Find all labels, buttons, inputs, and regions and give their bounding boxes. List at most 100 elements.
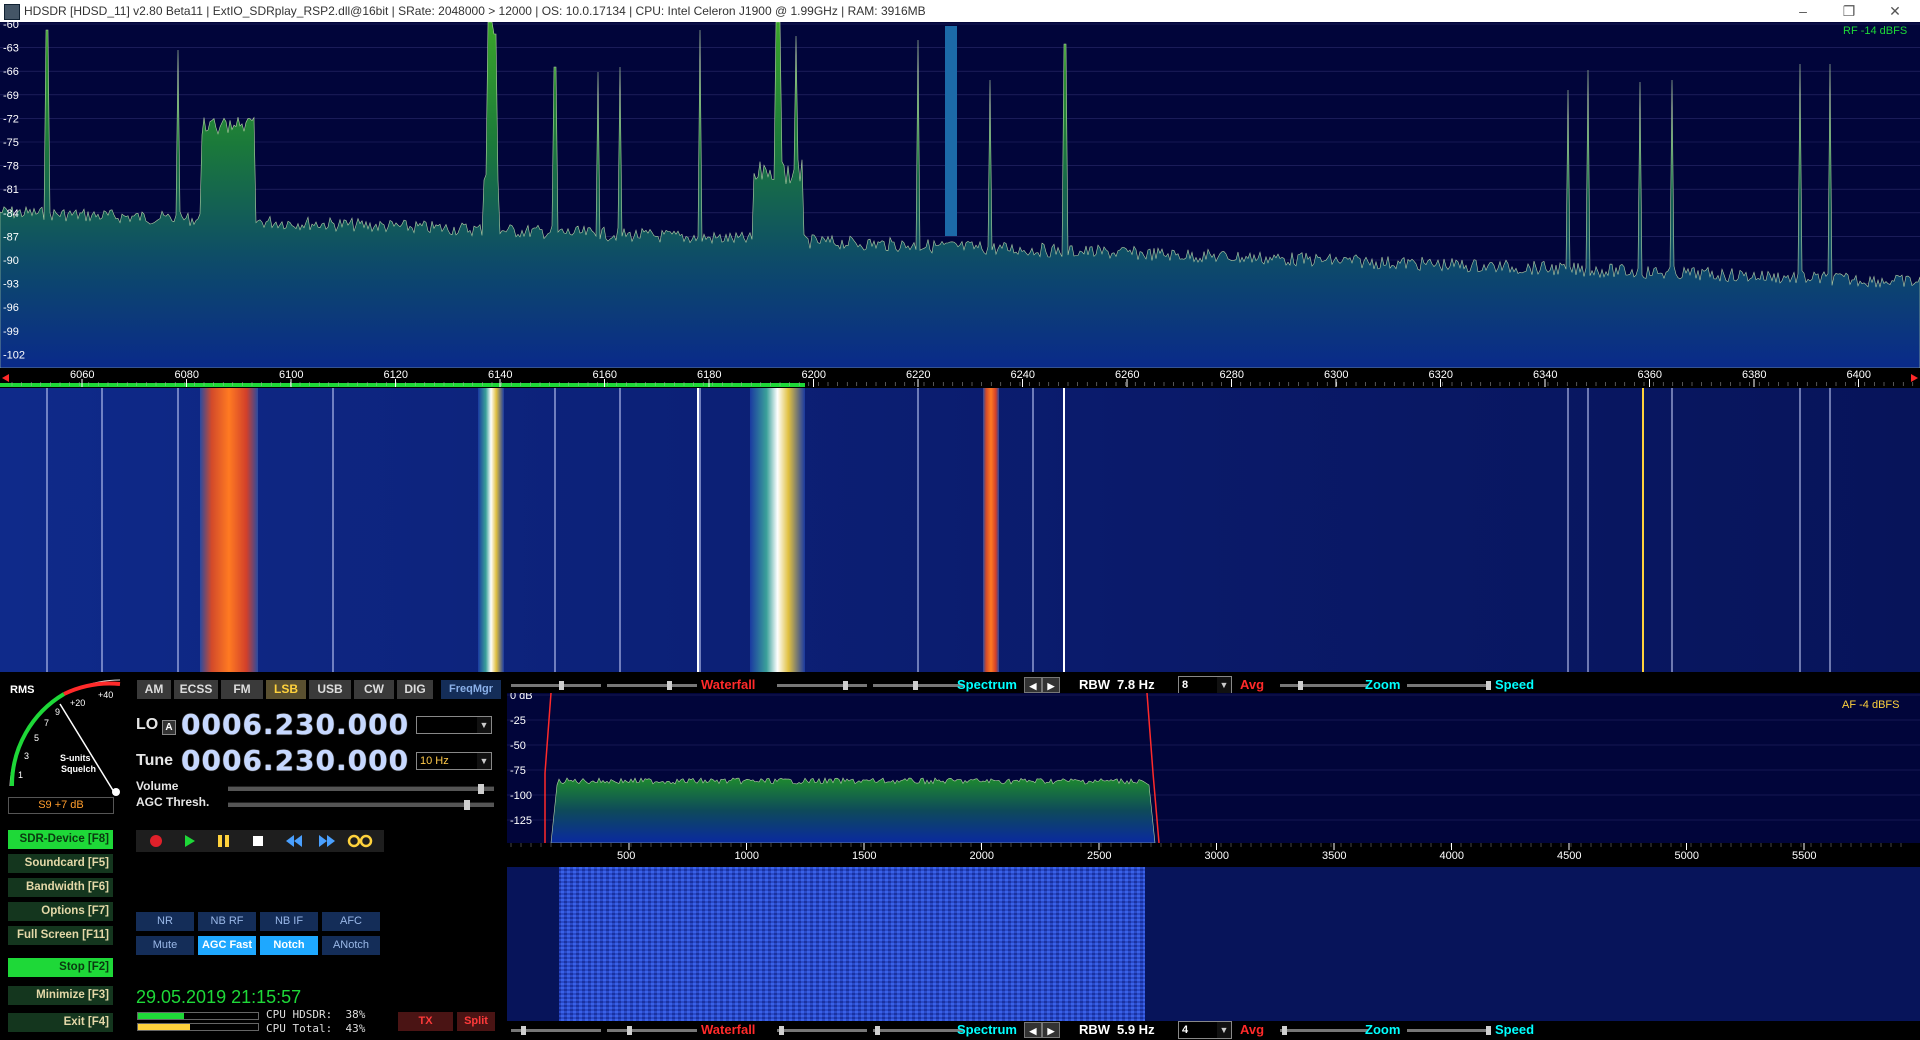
- minimize-window-button[interactable]: –: [1780, 0, 1826, 22]
- stop-icon[interactable]: [253, 836, 263, 846]
- rf-db-tick: -87: [3, 231, 19, 243]
- rf-zoom-slider[interactable]: [1280, 681, 1368, 690]
- rbw-right-arrow-icon[interactable]: ▶: [1042, 677, 1060, 693]
- rf-spectrum-contrast-slider[interactable]: [777, 681, 867, 690]
- rf-db-tick: -102: [3, 349, 25, 361]
- notch-button[interactable]: Notch: [260, 936, 318, 955]
- mode-ecss-button[interactable]: ECSS: [174, 680, 218, 699]
- freqmgr-button[interactable]: FreqMgr: [441, 680, 501, 699]
- chevron-down-icon[interactable]: ▼: [1217, 1022, 1231, 1038]
- mute-button[interactable]: Mute: [136, 936, 194, 955]
- tune-step-select[interactable]: 10 Hz ▼: [416, 752, 492, 770]
- af-freq-tick: 2500: [1087, 850, 1111, 862]
- rf-tuned-marker: [945, 26, 957, 236]
- waterfall-signal-band: [983, 388, 999, 672]
- af-spectrum-fill: [550, 777, 1156, 844]
- af-spectrum-display[interactable]: 0 dB -25 -50 -75 -100 -125 AF -4 dBFS 500 1000…: [507, 690, 1920, 867]
- avg-label: Avg: [1240, 677, 1265, 692]
- af-waterfall-display[interactable]: [507, 867, 1920, 1021]
- full-screen-button[interactable]: Full Screen [F11]: [8, 926, 113, 945]
- mode-am-button[interactable]: AM: [137, 680, 171, 699]
- rf-avg-select[interactable]: 8 ▼: [1178, 676, 1232, 694]
- maximize-window-button[interactable]: ❐: [1826, 0, 1872, 22]
- rbw-left-arrow-icon[interactable]: ◀: [1024, 677, 1042, 693]
- rf-db-tick: -99: [3, 326, 19, 338]
- exit-button[interactable]: Exit [F4]: [8, 1013, 113, 1032]
- rewind-icon[interactable]: [286, 835, 302, 847]
- scroll-right-icon[interactable]: [1911, 374, 1918, 382]
- chevron-down-icon[interactable]: ▼: [1217, 677, 1231, 693]
- af-rbw-label: RBW: [1079, 1022, 1111, 1037]
- rf-freq-tick: 6360: [1638, 369, 1662, 381]
- mode-dig-button[interactable]: DIG: [397, 680, 433, 699]
- nb-if-button[interactable]: NB IF: [260, 912, 318, 931]
- rf-spectrum-brightness-slider[interactable]: [873, 681, 963, 690]
- chevron-down-icon[interactable]: ▼: [477, 753, 491, 769]
- volume-label: Volume: [136, 779, 179, 793]
- rf-spectrum-display[interactable]: -60 -63 -66 -69 -72 -75 -78 -81 -84 -87 -90 -93 -96 -…: [0, 22, 1920, 368]
- bandwidth-button[interactable]: Bandwidth [F6]: [8, 878, 113, 897]
- chevron-down-icon[interactable]: ▼: [477, 717, 491, 733]
- agc-fast-button[interactable]: AGC Fast: [198, 936, 256, 955]
- svg-text:9: 9: [55, 707, 60, 717]
- af-spectrum-brightness-slider[interactable]: [873, 1026, 963, 1035]
- afc-button[interactable]: AFC: [322, 912, 380, 931]
- rms-label[interactable]: RMS: [10, 684, 34, 696]
- sdr-device-button[interactable]: SDR-Device [F8]: [8, 830, 113, 849]
- af-zoom-slider[interactable]: [1280, 1026, 1368, 1035]
- rf-waterfall-display[interactable]: [0, 388, 1920, 672]
- split-button[interactable]: Split: [457, 1012, 495, 1031]
- af-speed-slider[interactable]: [1407, 1026, 1491, 1035]
- rf-freq-tick: 6220: [906, 369, 930, 381]
- record-icon[interactable]: [150, 835, 162, 847]
- stop-button[interactable]: Stop [F2]: [8, 958, 113, 977]
- nr-button[interactable]: NR: [136, 912, 194, 931]
- volume-slider[interactable]: [228, 784, 494, 794]
- af-spectrum-contrast-slider[interactable]: [777, 1026, 867, 1035]
- minimize-button[interactable]: Minimize [F3]: [8, 986, 113, 1005]
- af-rbw-left-arrow-icon[interactable]: ◀: [1024, 1022, 1042, 1038]
- svg-text:3: 3: [24, 751, 29, 761]
- mode-fm-button[interactable]: FM: [221, 680, 263, 699]
- rf-freq-tick: 6100: [279, 369, 303, 381]
- rf-frequency-axis[interactable]: 6060 6080 6100 6120 6140 6160 6180 6200 6220 6240…: [0, 368, 1920, 388]
- agc-threshold-slider[interactable]: [228, 800, 494, 810]
- af-freq-tick: 1500: [852, 850, 876, 862]
- rf-waterfall-contrast-slider[interactable]: [511, 681, 601, 690]
- close-window-button[interactable]: ✕: [1872, 0, 1918, 22]
- tx-button[interactable]: TX: [398, 1012, 453, 1031]
- af-waterfall-brightness-slider[interactable]: [607, 1026, 697, 1035]
- scroll-left-icon[interactable]: [2, 374, 9, 382]
- squelch-label[interactable]: Squelch: [61, 764, 96, 774]
- options-button[interactable]: Options [F7]: [8, 902, 113, 921]
- rf-waterfall-brightness-slider[interactable]: [607, 681, 697, 690]
- rf-speed-slider[interactable]: [1407, 681, 1491, 690]
- af-waterfall-contrast-slider[interactable]: [511, 1026, 601, 1035]
- lo-channel-badge[interactable]: A: [162, 720, 176, 735]
- waterfall-signal-band: [200, 388, 258, 672]
- volume-slider-thumb[interactable]: [478, 784, 484, 794]
- rf-db-tick: -66: [3, 66, 19, 78]
- anotch-button[interactable]: ANotch: [322, 936, 380, 955]
- tune-frequency-display[interactable]: 0006.230.000: [181, 744, 409, 777]
- af-avg-select[interactable]: 4 ▼: [1178, 1021, 1232, 1039]
- lo-frequency-display[interactable]: 0006.230.000: [181, 708, 409, 741]
- lo-preset-select[interactable]: ▼: [416, 716, 492, 734]
- agc-threshold-slider-thumb[interactable]: [464, 800, 470, 810]
- pause-icon[interactable]: [218, 835, 229, 847]
- mode-lsb-button[interactable]: LSB: [266, 680, 306, 699]
- fast-forward-icon[interactable]: [319, 835, 335, 847]
- rf-db-tick: -84: [3, 208, 19, 220]
- af-db-tick: -100: [510, 790, 532, 802]
- mode-usb-button[interactable]: USB: [309, 680, 351, 699]
- soundcard-button[interactable]: Soundcard [F5]: [8, 854, 113, 873]
- cpu-total-text: CPU Total: 43%: [266, 1022, 366, 1035]
- loop-icon[interactable]: [347, 834, 373, 848]
- rf-freq-tick: 6240: [1011, 369, 1035, 381]
- nb-rf-button[interactable]: NB RF: [198, 912, 256, 931]
- rf-freq-tick: 6260: [1115, 369, 1139, 381]
- mode-cw-button[interactable]: CW: [354, 680, 394, 699]
- af-rbw-right-arrow-icon[interactable]: ▶: [1042, 1022, 1060, 1038]
- play-icon[interactable]: [185, 835, 195, 847]
- rf-display-controls: Waterfall Spectrum ◀ ▶ RBW 7.8 Hz 8 ▼ Avg…: [507, 676, 1920, 694]
